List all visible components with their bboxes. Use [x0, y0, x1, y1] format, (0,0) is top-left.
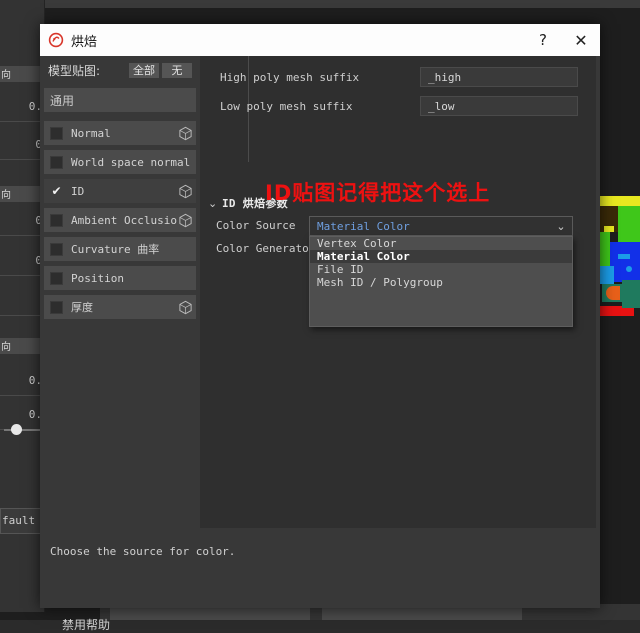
bg-slider-track[interactable] [4, 429, 44, 431]
bake-icon [48, 32, 64, 48]
map-label: 厚度 [71, 301, 93, 314]
map-item-curvature[interactable]: Curvature 曲率 [44, 237, 196, 261]
select-none-button[interactable]: 无 [162, 62, 192, 78]
high-poly-suffix-label: High poly mesh suffix [220, 70, 360, 84]
checkbox-id-checked[interactable]: ✔ [50, 184, 63, 198]
bg-default-button[interactable]: fault [0, 508, 44, 534]
background-bottom-slot-1 [110, 608, 310, 620]
map-item-world-space-normal[interactable]: World space normal [44, 150, 196, 174]
help-button[interactable]: ? [524, 24, 562, 56]
mesh-cube-icon [178, 213, 193, 228]
color-source-value: Material Color [317, 219, 410, 233]
map-label: World space normal [71, 155, 191, 169]
map-item-position[interactable]: Position [44, 266, 196, 290]
bg-value-row-4: 0 [0, 246, 44, 276]
map-label: Position [71, 271, 124, 285]
chevron-down-icon[interactable]: ⌄ [550, 220, 572, 233]
maps-label: 模型贴图: [48, 63, 101, 78]
bake-dialog: 烘焙 ? ✕ 模型贴图: 全部 无 通用 Normal World space … [40, 24, 600, 632]
color-source-select[interactable]: Material Color ⌄ [309, 216, 573, 236]
map-label: Ambient Occlusion [71, 213, 178, 227]
dropdown-option-material-color[interactable]: Material Color [310, 250, 572, 263]
checkbox-ambient-occlusion[interactable] [50, 213, 63, 227]
bg-value-row-7: 0. [0, 400, 44, 430]
map-label: Curvature 曲率 [71, 243, 160, 256]
mesh-cube-icon [178, 300, 193, 315]
bg-group-header-1: 向 [0, 66, 44, 82]
maps-column: 模型贴图: 全部 无 通用 Normal World space normal … [44, 60, 196, 532]
low-poly-suffix-row: Low poly mesh suffix _low [220, 95, 578, 117]
map-item-normal[interactable]: Normal [44, 121, 196, 145]
help-hint-text: Choose the source for color. [50, 545, 236, 558]
dialog-body: 模型贴图: 全部 无 通用 Normal World space normal … [40, 56, 600, 632]
maps-header: 模型贴图: 全部 无 [44, 60, 196, 80]
bg-value-row-3: 0 [0, 206, 44, 236]
map-label: Normal [71, 126, 111, 140]
dialog-title: 烘焙 [71, 34, 98, 50]
close-button[interactable]: ✕ [562, 24, 600, 56]
map-item-ambient-occlusion[interactable]: Ambient Occlusion [44, 208, 196, 232]
color-source-label: Color Source [216, 219, 296, 232]
color-source-dropdown[interactable]: Vertex Color Material Color File ID Mesh… [309, 236, 573, 327]
bg-value-row-6: 0. [0, 366, 44, 396]
background-toolbar [0, 0, 640, 8]
screen: 向 0. 0 向 0 0 向 0. 0. fault 烘焙 ? ✕ 模型贴图: … [0, 0, 640, 632]
dropdown-option-mesh-id-polygroup[interactable]: Mesh ID / Polygroup [310, 276, 572, 289]
checkbox-normal[interactable] [50, 126, 63, 140]
map-item-thickness[interactable]: 厚度 [44, 295, 196, 319]
bg-slider-knob[interactable] [11, 424, 22, 435]
dialog-title-bar: 烘焙 ? ✕ [40, 24, 600, 56]
chevron-down-icon[interactable]: ⌄ [208, 197, 222, 210]
dropdown-option-file-id[interactable]: File ID [310, 263, 572, 276]
color-generator-label: Color Generator [216, 242, 316, 255]
dropdown-option-vertex-color[interactable]: Vertex Color [310, 237, 572, 250]
mesh-cube-icon [178, 184, 193, 199]
bg-group-header-2: 向 [0, 186, 44, 202]
checkbox-world-space-normal[interactable] [50, 155, 63, 169]
bg-value-row-2: 0 [0, 130, 44, 160]
high-poly-suffix-input[interactable]: _high [420, 67, 578, 87]
annotation-text: ID贴图记得把这个选上 [265, 181, 491, 205]
map-label: ID [71, 184, 85, 198]
low-poly-suffix-label: Low poly mesh suffix [220, 99, 353, 113]
select-all-button[interactable]: 全部 [129, 62, 159, 78]
bg-value-row-1: 0. [0, 92, 44, 122]
disable-help-link[interactable]: 禁用帮助 [62, 616, 110, 633]
high-poly-suffix-row: High poly mesh suffix _high [220, 66, 578, 88]
checkbox-position[interactable] [50, 271, 63, 285]
bake-settings-pane: High poly mesh suffix _high Low poly mes… [200, 56, 596, 528]
low-poly-suffix-input[interactable]: _low [420, 96, 578, 116]
bg-value-row-5 [0, 286, 44, 316]
checkbox-thickness[interactable] [50, 300, 63, 314]
mesh-cube-icon [178, 126, 193, 141]
maps-list: Normal World space normal ✔ ID Ambient O… [44, 121, 196, 319]
checkbox-curvature[interactable] [50, 242, 63, 256]
map-item-id[interactable]: ✔ ID [44, 179, 196, 203]
maps-filter-input[interactable]: 通用 [44, 88, 196, 112]
background-bottom-slot-2 [322, 608, 522, 620]
bg-group-header-3: 向 [0, 338, 44, 354]
background-properties-panel: 向 0. 0 向 0 0 向 0. 0. fault [0, 0, 45, 612]
